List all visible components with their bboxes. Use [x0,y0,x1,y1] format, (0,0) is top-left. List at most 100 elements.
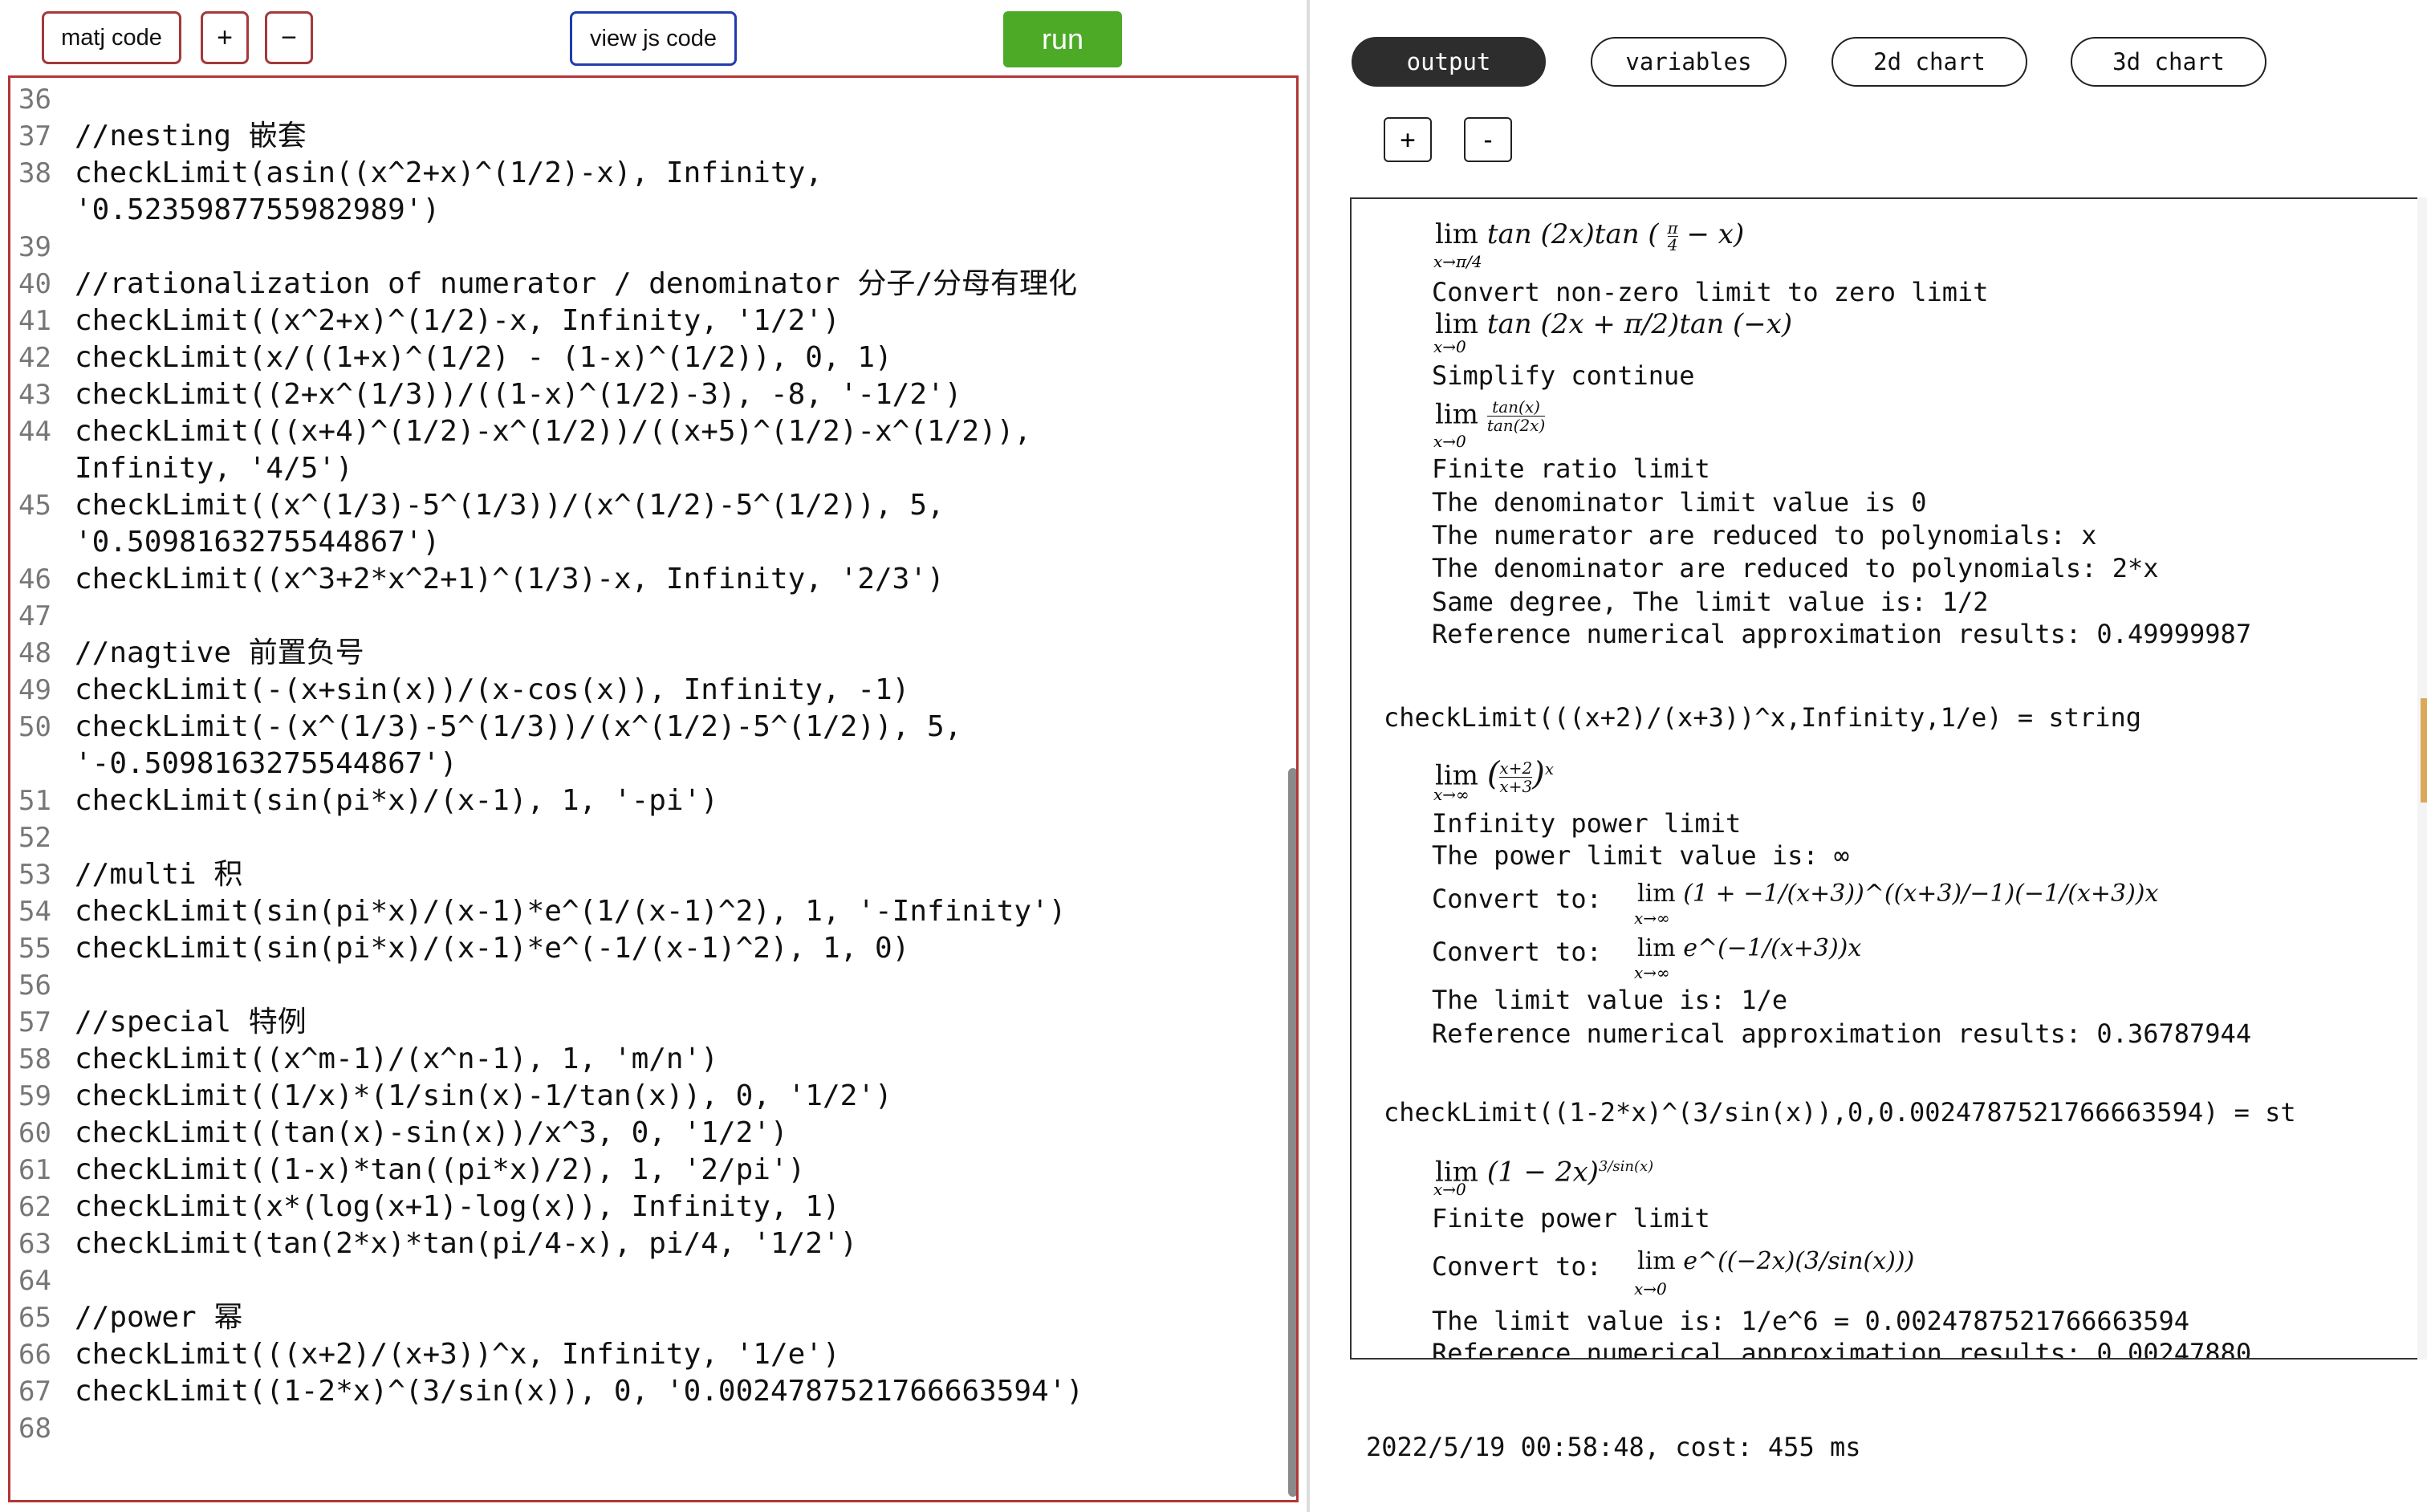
code-line[interactable]: 39 [10,229,1287,266]
code-line[interactable]: '0.5235987755982989') [10,192,1287,229]
tab-output[interactable]: output [1352,37,1546,87]
line-number: 68 [18,1412,51,1445]
output-panel[interactable]: lim tan (2x)tan ( π 4 − x) x→π/4 Convert… [1350,197,2427,1360]
code-text: checkLimit(sin(pi*x)/(x-1), 1, '-pi') [75,784,718,817]
output-line: Convert to: [1432,884,1602,914]
output-line: Convert to: [1432,937,1602,967]
line-number: 56 [18,969,51,1002]
limit-expression-5: lim (1 − 2x)3/sin(x) [1435,1156,1654,1189]
line-number: 51 [18,785,51,817]
adjacent-chart-glimpse [2421,698,2427,803]
code-line[interactable]: 51 checkLimit(sin(pi*x)/(x-1), 1, '-pi') [10,782,1287,819]
line-number: 37 [18,120,51,152]
code-line[interactable]: 53 //multi 积 [10,856,1287,893]
code-line[interactable]: Infinity, '4/5') [10,450,1287,487]
code-line[interactable]: 43 checkLimit((2+x^(1/3))/((1-x)^(1/2)-3)… [10,376,1287,413]
code-text: Infinity, '4/5') [75,452,353,485]
line-number: 38 [18,157,51,189]
code-line[interactable]: 52 [10,819,1287,856]
code-line[interactable]: 40 //rationalization of numerator / denom… [10,266,1287,303]
font-increase-button[interactable]: + [201,11,249,64]
code-line[interactable]: 62 checkLimit(x*(log(x+1)-log(x)), Infini… [10,1189,1287,1225]
code-line[interactable]: 57 //special 特例 [10,1004,1287,1041]
code-line[interactable]: 37 //nesting 嵌套 [10,118,1287,155]
code-comment: //power 幂 [75,1301,243,1334]
line-number: 46 [18,563,51,595]
output-line: The denominator limit value is 0 [1432,487,1927,518]
code-line[interactable]: 49 checkLimit(-(x+sin(x))/(x-cos(x)), Inf… [10,672,1287,709]
output-zoom-in-button[interactable]: + [1384,117,1432,162]
code-line[interactable]: '-0.5098163275544867') [10,746,1287,782]
line-number: 67 [18,1376,51,1408]
output-line: Convert non-zero limit to zero limit [1432,277,1989,307]
tab-2d-chart[interactable]: 2d chart [1831,37,2027,87]
code-line[interactable]: 60 checkLimit((tan(x)-sin(x))/x^3, 0, '1/… [10,1115,1287,1152]
code-line[interactable]: '0.5098163275544867') [10,524,1287,561]
code-line[interactable]: 38 checkLimit(asin((x^2+x)^(1/2)-x), Infi… [10,155,1287,192]
code-line[interactable]: 50 checkLimit(-(x^(1/3)-5^(1/3))/(x^(1/2)… [10,709,1287,746]
check-limit-header: checkLimit(((x+2)/(x+3))^x,Infinity,1/e)… [1384,702,2142,733]
line-number: 66 [18,1339,51,1371]
code-line[interactable]: 63 checkLimit(tan(2*x)*tan(pi/4-x), pi/4,… [10,1225,1287,1262]
check-limit-header: checkLimit((1-2*x)^(3/sin(x)),0,0.002478… [1384,1097,2296,1128]
code-line[interactable]: 42 checkLimit(x/((1+x)^(1/2) - (1-x)^(1/2… [10,339,1287,376]
line-number: 36 [18,83,51,116]
code-text: checkLimit((2+x^(1/3))/((1-x)^(1/2)-3), … [75,378,962,411]
code-line[interactable]: 64 [10,1262,1287,1299]
code-line[interactable]: 47 [10,598,1287,635]
limit-subscript-7: x→0 [1433,1180,1466,1199]
output-line: Simplify continue [1432,360,1695,391]
clipped-previous-line [1432,199,2234,201]
code-line[interactable]: 61 checkLimit((1-x)*tan((pi*x)/2), 1, '2/… [10,1152,1287,1189]
code-text: checkLimit((x^(1/3)-5^(1/3))/(x^(1/2)-5^… [75,489,945,522]
code-line[interactable]: 54 checkLimit(sin(pi*x)/(x-1)*e^(1/(x-1)^… [10,893,1287,930]
line-number: 54 [18,896,51,928]
code-line[interactable]: 44 checkLimit(((x+4)^(1/2)-x^(1/2))/((x+5… [10,413,1287,450]
font-decrease-button[interactable]: − [265,11,313,64]
code-text: checkLimit((tan(x)-sin(x))/x^3, 0, '1/2'… [75,1116,788,1149]
limit-expression-3: lim tan(x) tan(2x) [1435,397,1546,435]
editor-scrollbar[interactable] [1288,768,1296,1497]
output-zoom-out-button[interactable]: - [1464,117,1512,162]
code-line[interactable]: 48 //nagtive 前置负号 [10,635,1287,672]
run-button[interactable]: run [1003,11,1122,67]
code-line[interactable]: 58 checkLimit((x^m-1)/(x^n-1), 1, 'm/n') [10,1041,1287,1078]
limit-subscript-6: x→∞ [1634,963,1670,982]
code-line[interactable]: 41 checkLimit((x^2+x)^(1/2)-x, Infinity, … [10,303,1287,339]
code-line[interactable]: 36 [10,81,1287,118]
code-line[interactable]: 66 checkLimit(((x+2)/(x+3))^x, Infinity, … [10,1336,1287,1373]
output-line: Same degree, The limit value is: 1/2 [1432,587,1989,617]
code-line[interactable]: 46 checkLimit((x^3+2*x^2+1)^(1/3)-x, Infi… [10,561,1287,598]
line-number: 49 [18,674,51,706]
line-number: 60 [18,1117,51,1149]
line-number: 39 [18,231,51,263]
matj-code-button[interactable]: matj code [42,11,181,64]
code-line[interactable]: 56 [10,967,1287,1004]
output-line: The limit value is: 1/e^6 = 0.0024787521… [1432,1306,2190,1336]
limit-subscript-8: x→0 [1634,1279,1667,1299]
code-line[interactable]: 59 checkLimit((1/x)*(1/sin(x)-1/tan(x)), … [10,1078,1287,1115]
limit-subscript-2: x→0 [1433,337,1466,356]
code-line[interactable]: 45 checkLimit((x^(1/3)-5^(1/3))/(x^(1/2)-… [10,487,1287,524]
line-number: 52 [18,822,51,854]
code-text: checkLimit((x^2+x)^(1/2)-x, Infinity, '1… [75,304,840,337]
line-number: 47 [18,600,51,632]
output-line: The numerator are reduced to polynomials… [1432,520,2097,551]
line-number: 65 [18,1302,51,1334]
code-text: checkLimit(((x+4)^(1/2)-x^(1/2))/((x+5)^… [75,415,1032,448]
code-line[interactable]: 67 checkLimit((1-2*x)^(3/sin(x)), 0, '0.0… [10,1373,1287,1410]
code-line[interactable]: 65 //power 幂 [10,1299,1287,1336]
code-line[interactable]: 68 [10,1410,1287,1447]
code-text: checkLimit(x*(log(x+1)-log(x)), Infinity… [75,1190,840,1223]
tab-variables[interactable]: variables [1591,37,1787,87]
view-js-code-button[interactable]: view js code [570,11,737,66]
code-comment: //multi 积 [75,858,243,891]
tab-3d-chart[interactable]: 3d chart [2071,37,2266,87]
line-number: 50 [18,711,51,743]
code-line[interactable]: 55 checkLimit(sin(pi*x)/(x-1)*e^(-1/(x-1)… [10,930,1287,967]
code-text: checkLimit((1/x)*(1/sin(x)-1/tan(x)), 0,… [75,1079,892,1112]
code-text: checkLimit(-(x^(1/3)-5^(1/3))/(x^(1/2)-5… [75,710,962,743]
code-editor[interactable]: 36 37 //nesting 嵌套 38 checkLimit(asin((x^2+x… [8,75,1299,1502]
code-text: checkLimit(sin(pi*x)/(x-1)*e^(1/(x-1)^2)… [75,895,1067,928]
code-text: checkLimit((1-x)*tan((pi*x)/2), 1, '2/pi… [75,1153,806,1186]
